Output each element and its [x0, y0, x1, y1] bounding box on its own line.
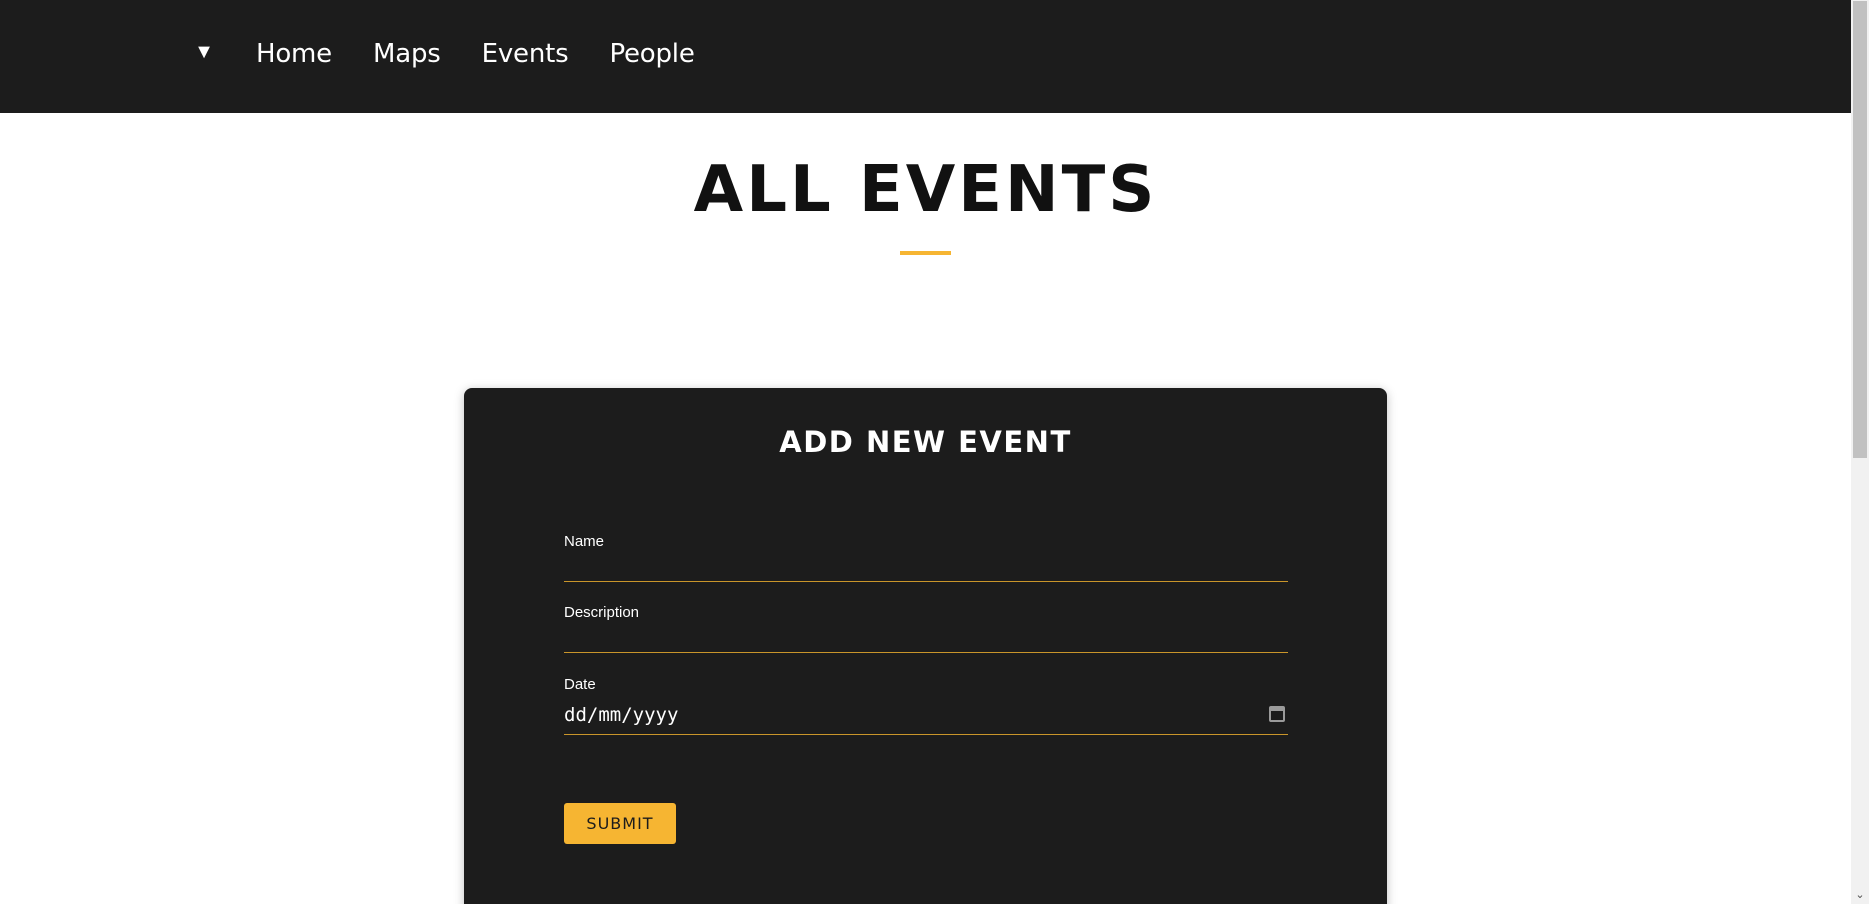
submit-button[interactable]: SUBMIT [564, 803, 676, 844]
page: ▼ Home Maps Events People ALL EVENTS ADD… [0, 0, 1851, 904]
date-input[interactable]: dd/mm/yyyy [564, 697, 1288, 735]
add-event-card: ADD NEW EVENT Name Description Date dd/m… [464, 388, 1387, 904]
card-title: ADD NEW EVENT [779, 425, 1072, 459]
nav-link-home[interactable]: Home [256, 34, 332, 74]
caret-down-icon[interactable]: ▼ [193, 38, 215, 66]
scroll-down-icon[interactable]: ⌄ [1851, 886, 1869, 904]
page-title: ALL EVENTS [693, 153, 1158, 227]
date-label: Date [564, 676, 596, 693]
description-label: Description [564, 604, 640, 621]
title-underline [900, 251, 951, 255]
scrollbar[interactable]: ⌄ [1851, 0, 1869, 904]
calendar-icon[interactable] [1269, 706, 1285, 722]
navbar: ▼ Home Maps Events People [0, 0, 1851, 113]
nav-link-maps[interactable]: Maps [373, 34, 441, 74]
scrollbar-thumb[interactable] [1853, 1, 1867, 458]
nav-link-events[interactable]: Events [482, 34, 569, 74]
date-placeholder: dd/mm/yyyy [564, 704, 679, 726]
description-input[interactable] [564, 623, 1288, 653]
nav-links: Home Maps Events People [256, 34, 736, 74]
name-input[interactable] [564, 552, 1288, 582]
date-field: Date dd/mm/yyyy [564, 675, 1288, 735]
description-field: Description [564, 603, 1288, 653]
name-label: Name [564, 533, 605, 550]
name-field: Name [564, 532, 1288, 582]
nav-link-people[interactable]: People [609, 34, 694, 74]
